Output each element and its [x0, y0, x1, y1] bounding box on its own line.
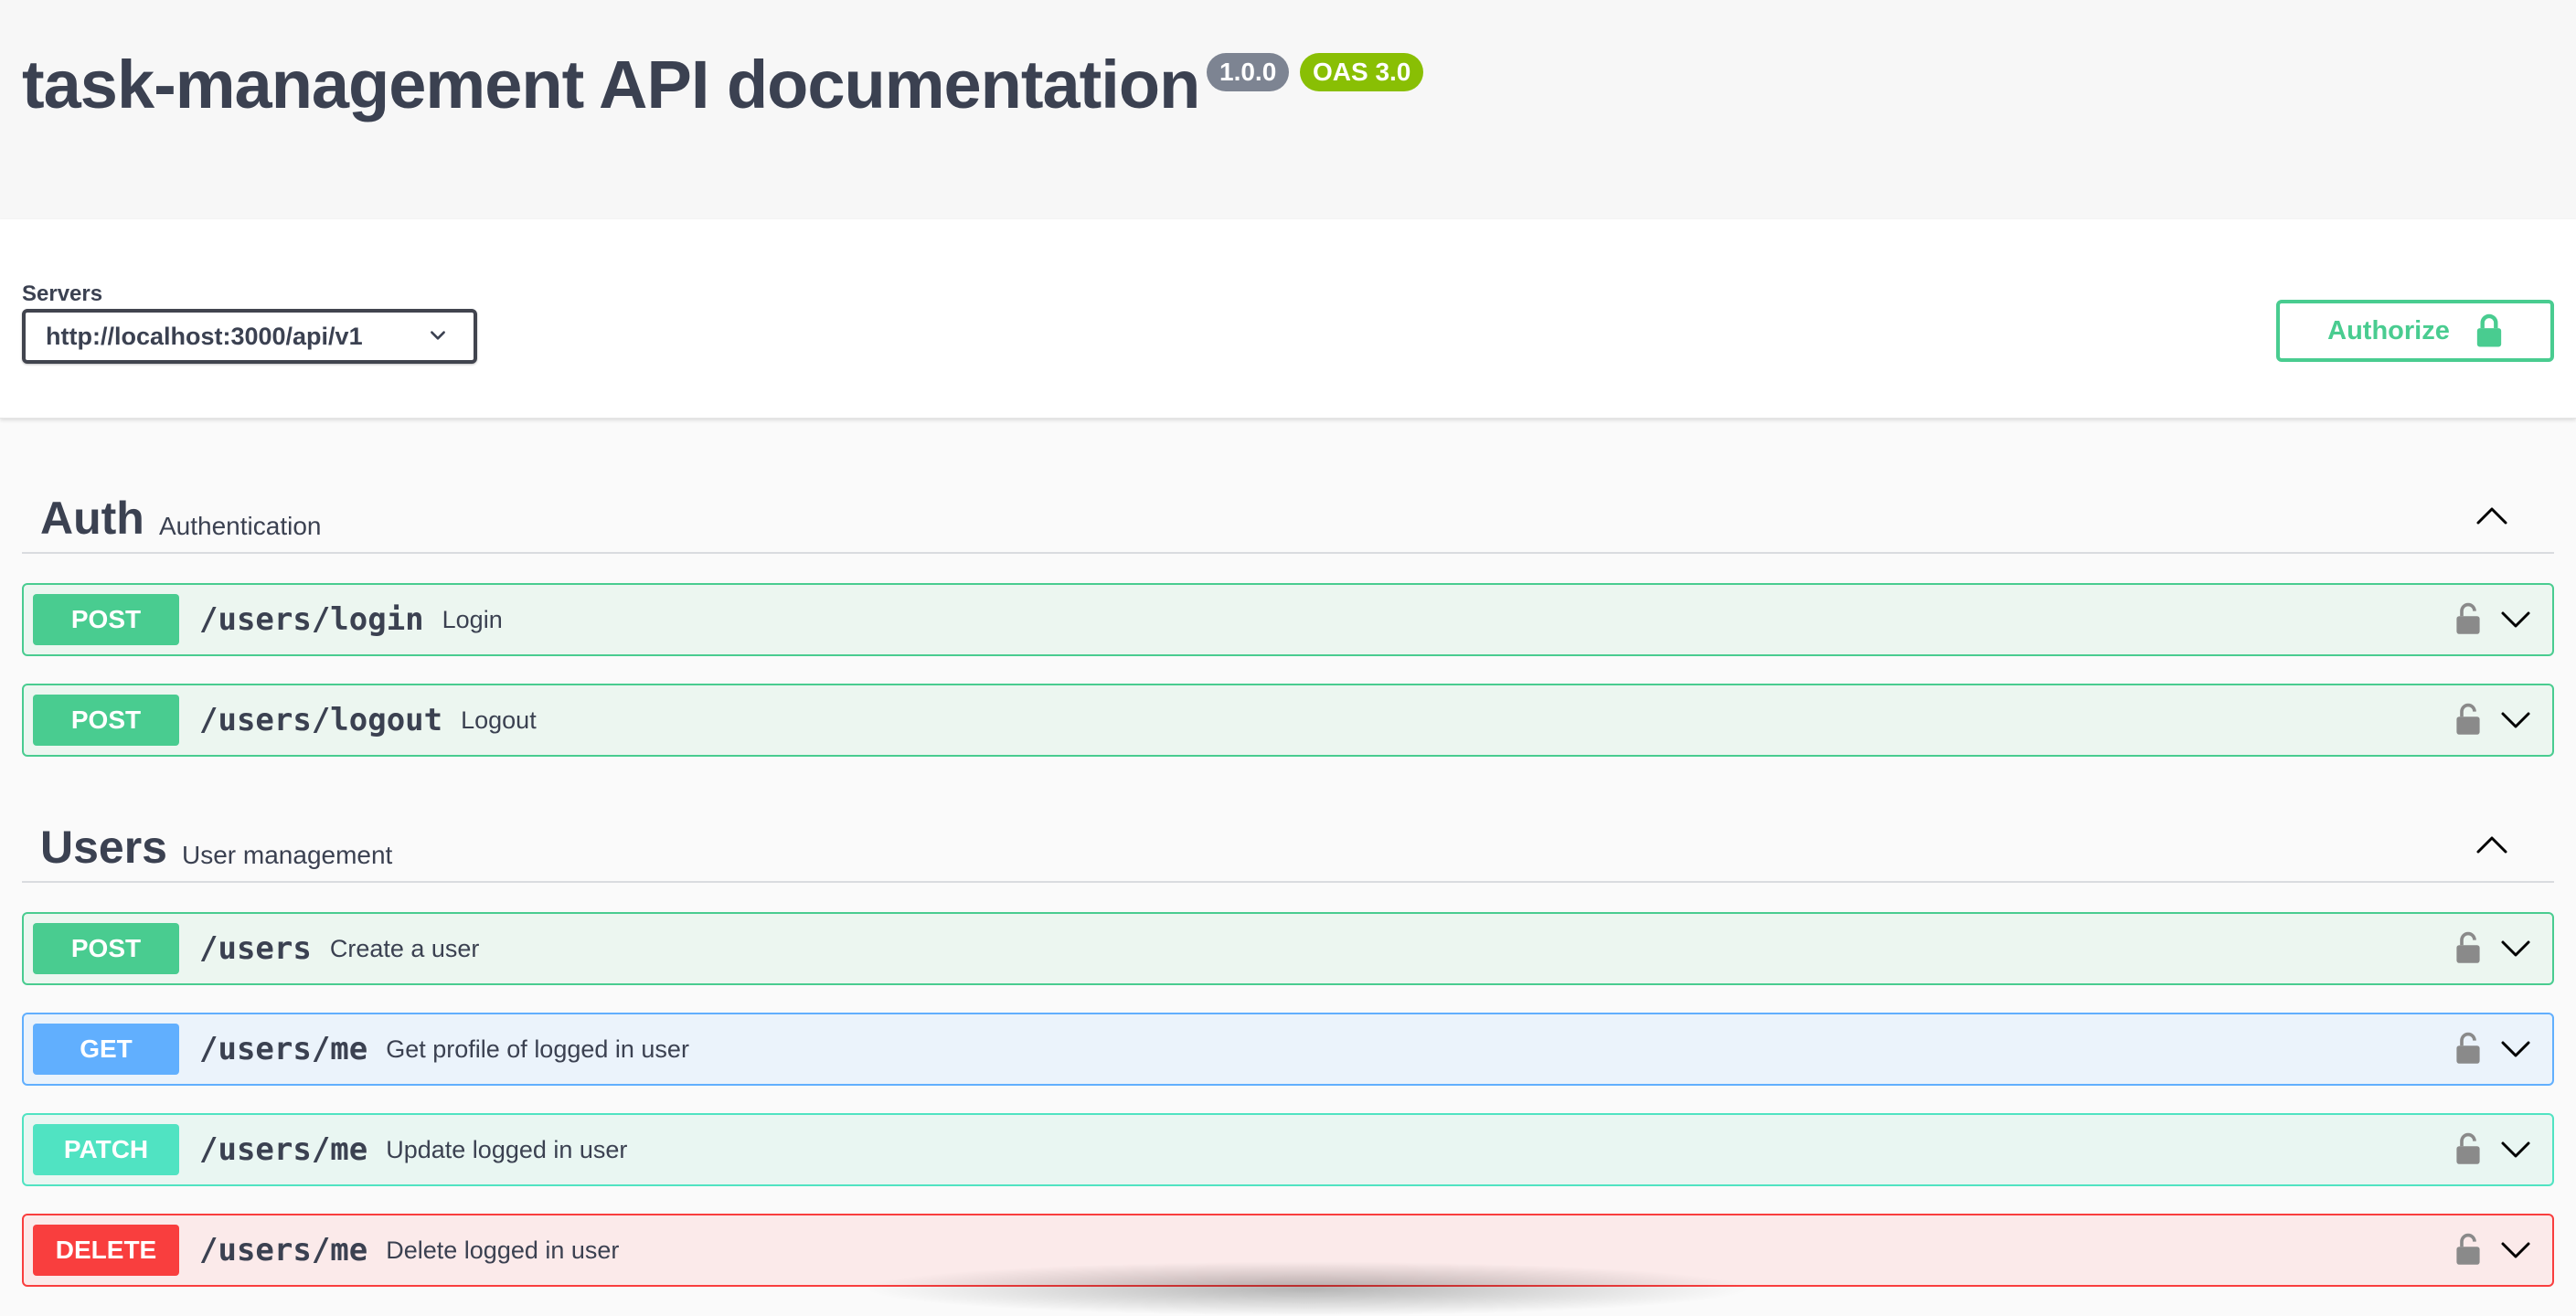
- operation-summary: Logout: [461, 706, 537, 734]
- tag-name: Users: [40, 822, 167, 873]
- tag-description: Authentication: [159, 512, 322, 540]
- api-info-header: task-management API documentation 1.0.0 …: [0, 0, 2576, 219]
- chevron-down-icon[interactable]: [2499, 936, 2532, 961]
- servers-select[interactable]: http://localhost:3000/api/v1: [22, 309, 477, 364]
- api-title: task-management API documentation: [22, 47, 1200, 122]
- oas-badge: OAS 3.0: [1300, 53, 1424, 91]
- version-badge: 1.0.0: [1207, 53, 1290, 91]
- chevron-down-icon[interactable]: [2499, 607, 2532, 632]
- chevron-down-icon[interactable]: [2499, 1137, 2532, 1162]
- operation-summary: Update logged in user: [386, 1135, 628, 1163]
- operation-patch-users-me[interactable]: PATCH /users/me Update logged in user: [22, 1113, 2554, 1186]
- operation-post-users[interactable]: POST /users Create a user: [22, 912, 2554, 985]
- method-badge: POST: [33, 923, 179, 974]
- lock-icon[interactable]: [2455, 1232, 2481, 1267]
- chevron-down-icon: [431, 331, 445, 340]
- operation-path: /users/me: [199, 1031, 368, 1067]
- lock-icon[interactable]: [2455, 702, 2481, 737]
- method-badge: POST: [33, 695, 179, 746]
- method-badge: GET: [33, 1024, 179, 1075]
- operation-path: /users: [199, 930, 312, 967]
- operation-path: /users/me: [199, 1131, 368, 1168]
- operation-path: /users/login: [199, 601, 424, 638]
- method-badge: PATCH: [33, 1124, 179, 1175]
- tag-name: Auth: [40, 493, 144, 544]
- operation-summary: Create a user: [329, 934, 480, 962]
- servers-label: Servers: [22, 281, 103, 306]
- lock-icon[interactable]: [2455, 1031, 2481, 1066]
- method-badge: POST: [33, 594, 179, 645]
- lock-icon[interactable]: [2455, 930, 2481, 965]
- lock-icon[interactable]: [2455, 601, 2481, 636]
- authorize-button[interactable]: Authorize: [2276, 300, 2554, 362]
- chevron-down-icon[interactable]: [2499, 1237, 2532, 1263]
- method-badge: DELETE: [33, 1225, 179, 1276]
- lock-icon[interactable]: [2455, 1131, 2481, 1166]
- chevron-down-icon[interactable]: [2499, 707, 2532, 733]
- operation-summary: Get profile of logged in user: [386, 1035, 689, 1063]
- operation-post-users-login[interactable]: POST /users/login Login: [22, 583, 2554, 656]
- operation-path: /users/me: [199, 1232, 368, 1268]
- chevron-down-icon[interactable]: [2499, 1036, 2532, 1062]
- servers-select-value: http://localhost:3000/api/v1: [46, 322, 363, 350]
- chevron-up-icon[interactable]: [2474, 501, 2510, 528]
- operation-post-users-logout[interactable]: POST /users/logout Logout: [22, 684, 2554, 757]
- lock-icon: [2476, 313, 2502, 347]
- operation-path: /users/logout: [199, 702, 443, 738]
- operation-summary: Delete logged in user: [386, 1236, 620, 1264]
- scheme-container: Servers http://localhost:3000/api/v1 Aut…: [0, 219, 2576, 419]
- authorize-label: Authorize: [2327, 315, 2450, 345]
- overlay-shadow: [859, 1261, 1755, 1316]
- operation-summary: Login: [442, 605, 503, 633]
- chevron-up-icon[interactable]: [2474, 830, 2510, 857]
- tag-users[interactable]: Users User management: [22, 802, 2554, 883]
- tag-auth[interactable]: Auth Authentication: [22, 473, 2554, 554]
- operation-get-users-me[interactable]: GET /users/me Get profile of logged in u…: [22, 1013, 2554, 1086]
- tag-description: User management: [182, 841, 393, 869]
